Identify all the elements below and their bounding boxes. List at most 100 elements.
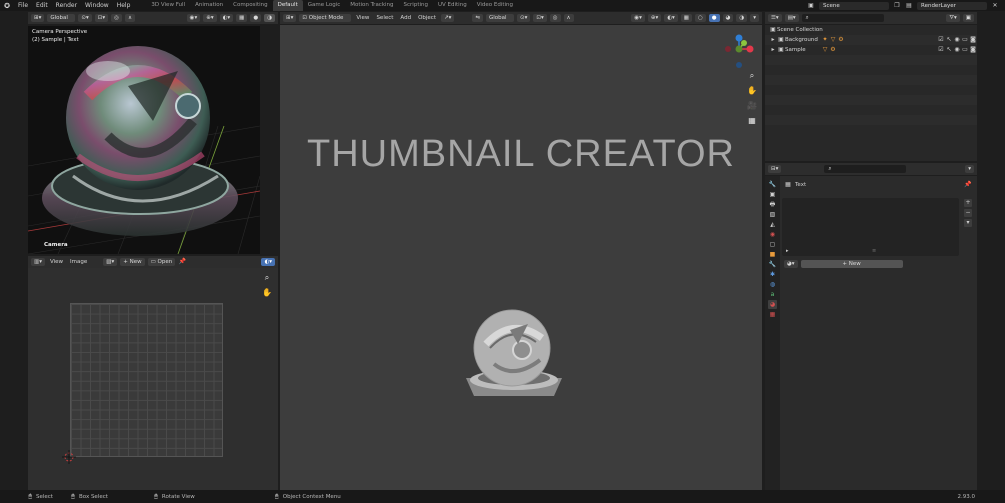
- viewport-render-icon[interactable]: ◑: [736, 14, 748, 22]
- output-tab-icon[interactable]: 🖶: [768, 200, 777, 209]
- render-camera-icon[interactable]: ◙: [969, 36, 977, 44]
- image-menu-image[interactable]: Image: [68, 259, 89, 265]
- tab-default[interactable]: Default: [272, 0, 303, 11]
- viewport-shading-dropdown[interactable]: ▾: [750, 14, 759, 22]
- viewport-proportional-icon[interactable]: ◎: [549, 14, 561, 22]
- perspective-toggle-icon[interactable]: ▦: [747, 116, 757, 126]
- remove-slot-icon[interactable]: −: [964, 209, 972, 217]
- hand-pan-icon[interactable]: ✋: [262, 288, 272, 298]
- image-menu-view[interactable]: View: [48, 259, 65, 265]
- image-canvas[interactable]: [70, 303, 223, 457]
- filter-icon[interactable]: ⛛▾: [946, 14, 960, 22]
- particles-tab-icon[interactable]: ✱: [768, 270, 777, 279]
- viewport-pivot-icon[interactable]: ⊙▾: [516, 14, 531, 22]
- menu-render[interactable]: Render: [52, 2, 81, 9]
- proportional-icon[interactable]: ◎: [111, 14, 122, 22]
- xray-icon[interactable]: ▦: [236, 14, 248, 22]
- tab-game-logic[interactable]: Game Logic: [303, 0, 346, 11]
- falloff-icon[interactable]: ∧: [124, 14, 135, 22]
- sample-object-preview[interactable]: [462, 308, 566, 400]
- camera-viewport[interactable]: [28, 26, 260, 254]
- new-collection-icon[interactable]: ▣: [962, 14, 974, 22]
- snap-icon[interactable]: ⊡▾: [94, 14, 109, 22]
- view-layer-icon[interactable]: ▤: [905, 2, 913, 10]
- view-layer-tab-icon[interactable]: ▧: [768, 210, 777, 219]
- tab-uv-editing[interactable]: UV Editing: [433, 0, 472, 11]
- visibility-icon[interactable]: ◉▾: [186, 14, 201, 22]
- orientation-icon[interactable]: ⇋: [472, 14, 483, 22]
- open-image-button[interactable]: ▭ Open: [147, 258, 176, 266]
- navigation-gizmo[interactable]: [718, 32, 760, 74]
- viewport-solid-icon[interactable]: ●: [708, 14, 720, 22]
- render-camera-icon[interactable]: ◙: [969, 46, 977, 54]
- material-browse-button[interactable]: ◕▾: [784, 260, 798, 268]
- viewport-gizmo-icon[interactable]: ⊕▾: [647, 14, 662, 22]
- editor-type-image-button[interactable]: ▥▾: [31, 258, 45, 266]
- view-layer-field[interactable]: RenderLayer: [917, 1, 987, 10]
- modifier-tab-icon[interactable]: 🔧: [768, 260, 777, 269]
- material-slot-list[interactable]: [782, 198, 959, 256]
- viewport-xray-icon[interactable]: ▦: [680, 14, 692, 22]
- pin-icon[interactable]: 📌: [178, 258, 186, 266]
- overlay-icon[interactable]: ◐▾: [219, 14, 234, 22]
- properties-options-icon[interactable]: ▾: [965, 165, 974, 173]
- properties-search-input[interactable]: ⌕: [824, 165, 907, 173]
- mode-dropdown[interactable]: ⊡ Object Mode: [299, 14, 352, 22]
- zoom-icon[interactable]: ⌕: [262, 273, 272, 283]
- scene-field[interactable]: Scene: [819, 1, 889, 10]
- viewport-menu-object[interactable]: Object: [416, 15, 438, 21]
- menu-edit[interactable]: Edit: [32, 2, 52, 9]
- properties-editor-type-button[interactable]: ⊟▾: [768, 165, 782, 173]
- viewport-orientation-dropdown[interactable]: Global: [485, 14, 514, 22]
- 2d-cursor-icon[interactable]: [62, 450, 76, 464]
- select-arrow-icon[interactable]: ↖: [945, 46, 953, 54]
- menu-file[interactable]: File: [14, 2, 32, 9]
- list-resize-arrow-icon[interactable]: ▸: [786, 248, 789, 254]
- material-tab-icon[interactable]: ◕: [768, 300, 777, 309]
- outliner-editor-type-button[interactable]: ☰▾: [768, 14, 782, 22]
- gpencil-icon[interactable]: ↗▾: [440, 14, 455, 22]
- checkbox-icon[interactable]: ☑: [937, 36, 945, 44]
- object-tab-icon[interactable]: ■: [768, 250, 777, 259]
- image-browse-button[interactable]: ▧▾: [103, 258, 118, 266]
- world-tab-icon[interactable]: ◉: [768, 230, 777, 239]
- orientation-dropdown[interactable]: Global: [47, 14, 76, 22]
- tab-motion-tracking[interactable]: Motion Tracking: [345, 0, 398, 11]
- pivot-icon[interactable]: ⊙▾: [78, 14, 92, 22]
- shading-solid-icon[interactable]: ●: [250, 14, 262, 22]
- editor-type-button[interactable]: ⊞▾: [31, 14, 45, 22]
- close-icon[interactable]: ✕: [991, 2, 999, 10]
- monitor-icon[interactable]: ▭: [961, 36, 969, 44]
- texture-tab-icon[interactable]: ▦: [768, 310, 777, 319]
- display-mode-icon[interactable]: ▤▾: [784, 14, 799, 22]
- outliner-search-input[interactable]: ⌕: [801, 14, 884, 22]
- viewport-pan-icon[interactable]: ✋: [747, 86, 757, 96]
- list-grip-icon[interactable]: ≡: [872, 248, 876, 254]
- viewport-falloff-icon[interactable]: ∧: [563, 14, 574, 22]
- select-arrow-icon[interactable]: ↖: [945, 36, 953, 44]
- physics-tab-icon[interactable]: ◍: [768, 280, 777, 289]
- tab-animation[interactable]: Animation: [190, 0, 228, 11]
- expand-arrow-icon[interactable]: ▸: [769, 46, 777, 54]
- editor-type-3d-button[interactable]: ⊞▾: [283, 14, 297, 22]
- viewport-material-icon[interactable]: ◕: [722, 14, 734, 22]
- new-image-button[interactable]: + New: [120, 258, 145, 266]
- blender-logo-icon[interactable]: ✪: [0, 2, 14, 10]
- viewport-zoom-icon[interactable]: ⌕: [747, 71, 757, 81]
- gizmo-icon[interactable]: ⊕▾: [203, 14, 217, 22]
- scene-tab-icon[interactable]: ◭: [768, 220, 777, 229]
- eye-icon[interactable]: ◉: [953, 36, 961, 44]
- menu-window[interactable]: Window: [81, 2, 113, 9]
- camera-view-icon[interactable]: 🎥: [747, 101, 757, 111]
- outliner-scene-collection[interactable]: ▣ Scene Collection: [765, 25, 977, 35]
- viewport-menu-view[interactable]: View: [354, 15, 371, 21]
- viewport-wire-icon[interactable]: ○: [694, 14, 706, 22]
- main-3d-viewport[interactable]: [280, 25, 762, 490]
- menu-help[interactable]: Help: [113, 2, 135, 9]
- outliner-item-sample[interactable]: ▸ ▣ Sample ▽ ⚙ ☑ ↖ ◉ ▭ ◙: [765, 45, 977, 55]
- tab-3d-view-full[interactable]: 3D View Full: [146, 0, 190, 11]
- image-overlay-icon[interactable]: ◐▾: [261, 258, 275, 266]
- outliner-item-background[interactable]: ▸ ▣ Background ✦ ▽ ⚙ ☑ ↖ ◉ ▭ ◙: [765, 35, 977, 45]
- monitor-icon[interactable]: ▭: [961, 46, 969, 54]
- tab-compositing[interactable]: Compositing: [228, 0, 272, 11]
